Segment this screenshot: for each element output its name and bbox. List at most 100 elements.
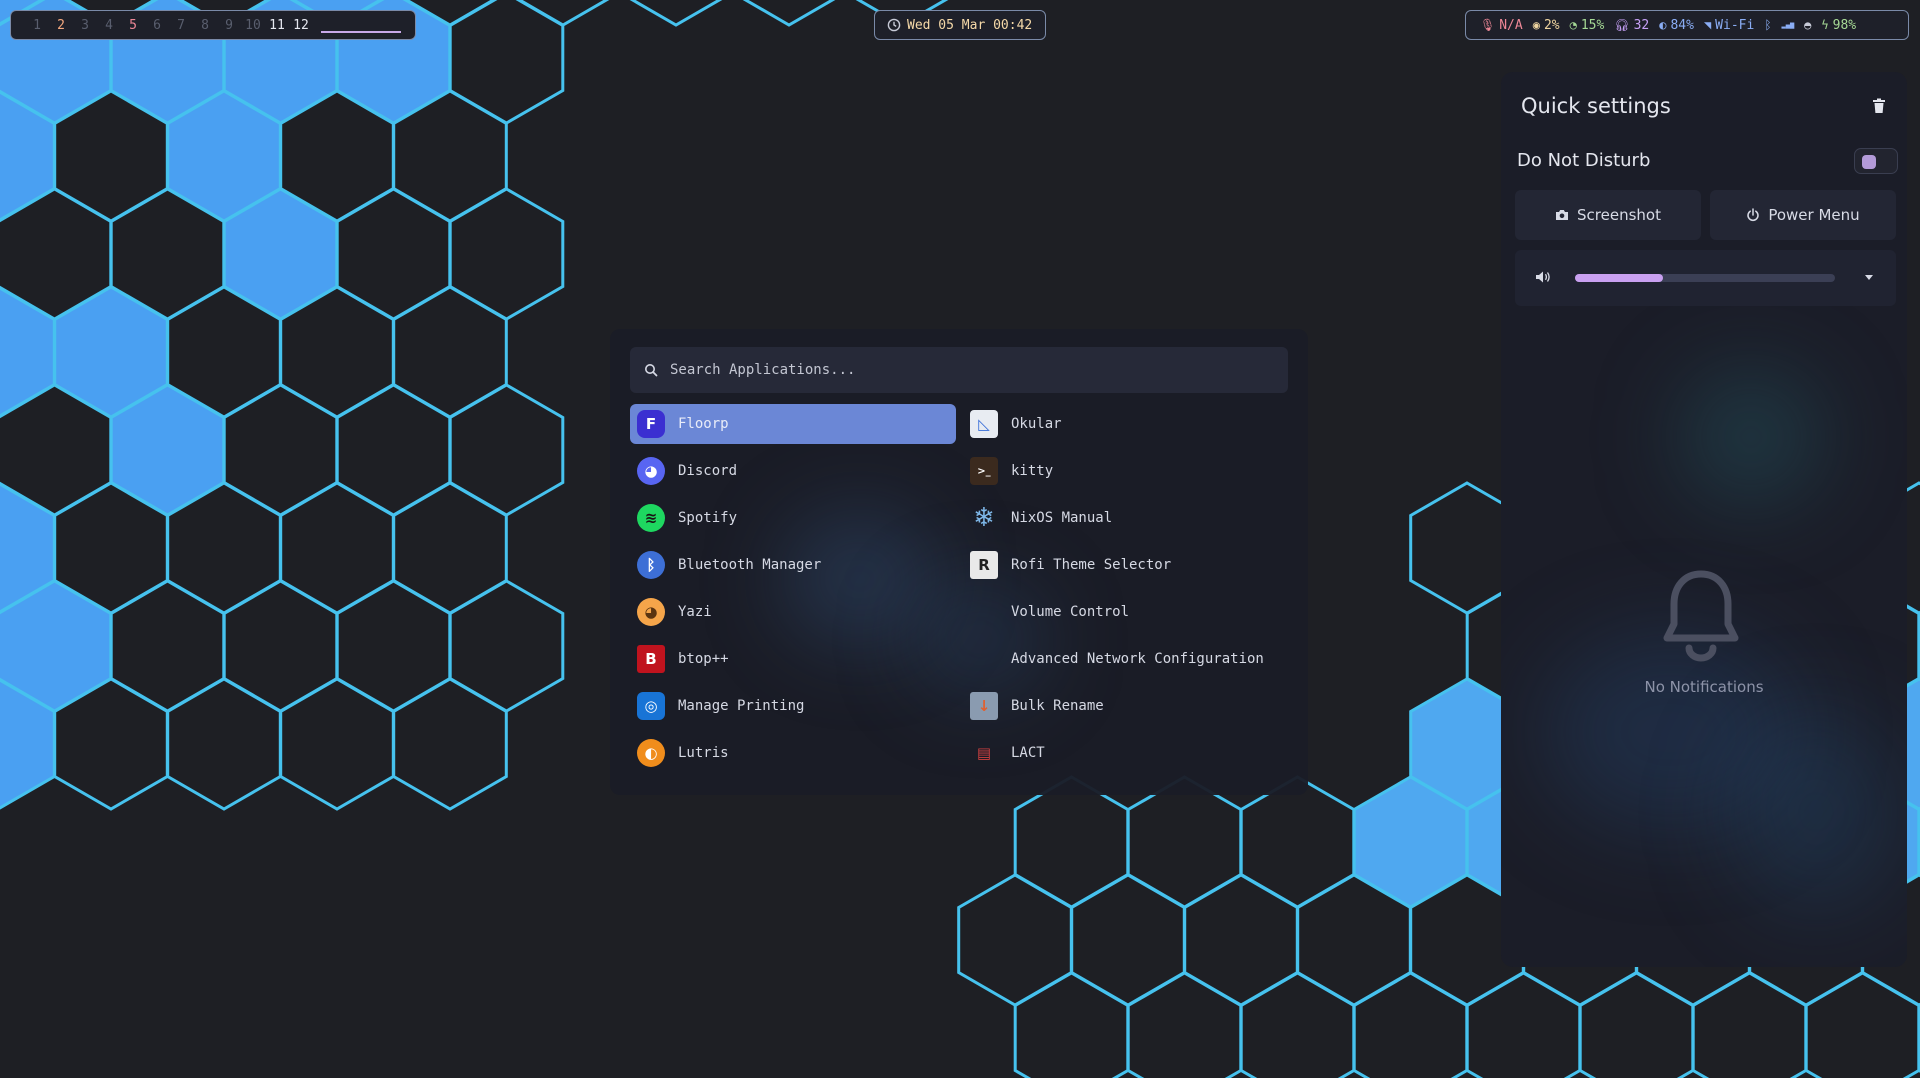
chevron-down-icon[interactable] <box>1863 272 1875 282</box>
app-label: Volume Control <box>1011 604 1130 620</box>
app-label: Lutris <box>678 745 729 761</box>
kitty-icon: >_ <box>969 456 999 486</box>
app-item-floorp[interactable]: F Floorp <box>630 404 956 444</box>
okular-icon: ◺ <box>969 409 999 439</box>
app-icon-placeholder <box>969 597 999 627</box>
app-label: Okular <box>1011 416 1062 432</box>
power-menu-button[interactable]: Power Menu <box>1710 190 1896 240</box>
app-label: Yazi <box>678 604 712 620</box>
microphone-icon: 🎙︎ <box>1480 18 1496 32</box>
workspace-4[interactable]: 4 <box>97 18 121 33</box>
status-memory[interactable]: ◔ 15% <box>1570 18 1605 33</box>
status-headphones[interactable]: 🎧︎ 32 <box>1614 18 1649 33</box>
workspace-2[interactable]: 2 <box>49 18 73 33</box>
app-launcher: F Floorp ◕ Discord ≋ Spotify ᛒ Bluetooth Manage… <box>610 329 1308 795</box>
status-value: N/A <box>1499 17 1523 33</box>
volume-slider-fill <box>1575 274 1664 282</box>
status-microphone[interactable]: 🎙︎ N/A <box>1480 18 1523 33</box>
yazi-icon: ◕ <box>636 597 666 627</box>
app-label: kitty <box>1011 463 1054 479</box>
app-item-okular[interactable]: ◺ Okular <box>963 404 1303 444</box>
signal-icon: ▂▄▆ <box>1781 21 1795 29</box>
workspace-10[interactable]: 10 <box>241 18 265 33</box>
status-value: 32 <box>1633 17 1650 33</box>
app-item-lutris[interactable]: ◐ Lutris <box>630 733 956 773</box>
bulk-rename-icon: ↓ <box>969 691 999 721</box>
app-item-kitty[interactable]: >_ kitty <box>963 451 1303 491</box>
volume-control <box>1515 250 1896 306</box>
workspace-1[interactable]: 1 <box>25 18 49 33</box>
app-label: Spotify <box>678 510 738 526</box>
app-label: btop++ <box>678 651 729 667</box>
status-tray: 🎙︎ N/A ◉ 2% ◔ 15% 🎧︎ 32 ◐ 84% ◥ Wi-Fi ᛒ ▂▄▆ ◓ ϟ 98% <box>1465 10 1909 40</box>
status-cpu[interactable]: ◉ 2% <box>1533 18 1560 33</box>
app-label: Advanced Network Configuration <box>1011 651 1264 667</box>
status-battery-charging[interactable]: ϟ 98% <box>1821 18 1856 33</box>
status-discord[interactable]: ◓ <box>1804 18 1811 32</box>
workspace-7[interactable]: 7 <box>169 18 193 33</box>
workspace-8[interactable]: 8 <box>193 18 217 33</box>
rofi-icon: R <box>969 550 999 580</box>
status-wifi[interactable]: ◥ Wi-Fi <box>1704 18 1754 33</box>
lutris-icon: ◐ <box>636 738 666 768</box>
bell-icon <box>1663 570 1739 662</box>
clock-icon <box>887 18 901 32</box>
wifi-icon: ◥ <box>1703 18 1712 32</box>
printer-icon: ◎ <box>636 691 666 721</box>
floorp-icon: F <box>636 409 666 439</box>
app-item-nixos-manual[interactable]: ❄ NixOS Manual <box>963 498 1303 538</box>
status-value: 2% <box>1543 17 1560 33</box>
app-label: Manage Printing <box>678 698 805 714</box>
app-label: LACT <box>1011 745 1045 761</box>
memory-icon: ◔ <box>1569 18 1577 32</box>
search-input[interactable] <box>668 361 1262 379</box>
status-signal[interactable]: ▂▄▆ <box>1782 21 1795 29</box>
app-item-bulk-rename[interactable]: ↓ Bulk Rename <box>963 686 1303 726</box>
spotify-icon: ≋ <box>636 503 666 533</box>
btop-icon: B <box>636 644 666 674</box>
status-value: 98% <box>1832 17 1857 33</box>
dnd-toggle[interactable] <box>1854 148 1898 174</box>
nixos-icon: ❄ <box>973 503 995 533</box>
search-icon <box>645 364 658 377</box>
bluetooth-icon: ᛒ <box>1764 18 1772 32</box>
app-item-discord[interactable]: ◕ Discord <box>630 451 956 491</box>
workspace-5[interactable]: 5 <box>121 18 145 33</box>
toggle-knob <box>1862 155 1876 169</box>
workspace-6[interactable]: 6 <box>145 18 169 33</box>
app-item-btop[interactable]: Bbtop++ <box>630 639 956 679</box>
wallpaper-hexagon <box>742 0 836 27</box>
app-label: Discord <box>678 463 738 479</box>
workspace-indicator <box>321 17 401 33</box>
clock[interactable]: Wed 05 Mar 00:42 <box>874 10 1046 40</box>
app-item-spotify[interactable]: ≋ Spotify <box>630 498 956 538</box>
app-item-volume-control[interactable]: Volume Control <box>963 592 1303 632</box>
app-item-rofi-theme-selector[interactable]: R Rofi Theme Selector <box>963 545 1303 585</box>
status-value: 15% <box>1580 17 1605 33</box>
screenshot-button[interactable]: Screenshot <box>1515 190 1701 240</box>
quick-settings-panel: Quick settings Do Not Disturb Screenshot… <box>1501 72 1907 967</box>
app-label: Floorp <box>678 416 729 432</box>
volume-slider[interactable] <box>1575 274 1835 282</box>
workspace-9[interactable]: 9 <box>217 18 241 33</box>
status-bluetooth[interactable]: ᛒ <box>1764 18 1771 32</box>
workspace-11[interactable]: 11 <box>265 18 289 33</box>
trash-icon[interactable] <box>1872 98 1886 114</box>
status-brightness[interactable]: ◐ 84% <box>1659 18 1694 33</box>
app-item-lact[interactable]: ▤ LACT <box>963 733 1303 773</box>
app-item-bluetooth-manager[interactable]: ᛒ Bluetooth Manager <box>630 545 956 585</box>
panel-title: Quick settings <box>1521 94 1671 118</box>
app-item-manage-printing[interactable]: ◎ Manage Printing <box>630 686 956 726</box>
status-value: Wi-Fi <box>1715 17 1755 33</box>
app-item-yazi[interactable]: ◕ Yazi <box>630 592 956 632</box>
workspace-3[interactable]: 3 <box>73 18 97 33</box>
app-item-advanced-network-configuration[interactable]: Advanced Network Configuration <box>963 639 1303 679</box>
app-label: Bluetooth Manager <box>678 557 822 573</box>
battery-charging-icon: ϟ <box>1821 18 1829 32</box>
clock-text: Wed 05 Mar 00:42 <box>907 17 1033 33</box>
cpu-icon: ◉ <box>1532 18 1540 32</box>
workspace-12[interactable]: 12 <box>289 18 313 33</box>
app-icon-placeholder <box>969 644 999 674</box>
search-bar[interactable] <box>630 347 1288 393</box>
speaker-icon[interactable] <box>1535 270 1551 284</box>
